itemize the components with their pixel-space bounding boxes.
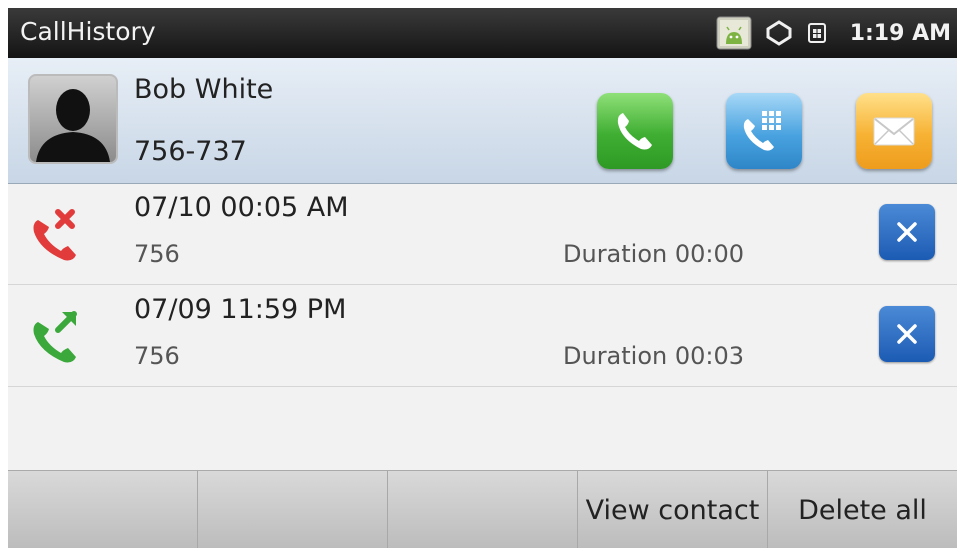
menu-item-empty-1[interactable]	[8, 471, 198, 548]
phone-icon	[617, 113, 652, 150]
envelope-icon	[873, 117, 915, 146]
call-log-row[interactable]: 07/10 00:05 AM 756 Duration 00:00	[8, 184, 957, 285]
menu-item-empty-2[interactable]	[198, 471, 388, 548]
dial-button[interactable]	[726, 93, 802, 169]
outgoing-call-icon	[33, 311, 77, 363]
call-number: 756	[134, 240, 180, 268]
contact-name: Bob White	[134, 74, 274, 105]
menu-item-empty-3[interactable]	[388, 471, 578, 548]
close-icon	[897, 222, 917, 242]
status-icons: 1:19 AM	[716, 8, 957, 58]
call-number: 756	[134, 342, 180, 370]
app-title: CallHistory	[20, 17, 156, 46]
delete-call-button[interactable]	[879, 306, 935, 362]
message-button[interactable]	[856, 93, 932, 169]
sync-icon	[766, 20, 792, 46]
call-duration: Duration 00:03	[563, 342, 745, 370]
contact-header: Bob White 756-737	[8, 58, 957, 184]
call-datetime: 07/10 00:05 AM	[134, 192, 349, 223]
view-contact-button[interactable]: View contact	[578, 471, 768, 548]
dialpad-icon	[743, 111, 781, 151]
person-silhouette-icon	[36, 89, 110, 162]
status-bar: CallHistory 1:19 AM	[8, 8, 957, 58]
call-duration: Duration 00:00	[563, 240, 745, 268]
call-log-row[interactable]: 07/09 11:59 PM 756 Duration 00:03	[8, 286, 957, 387]
avatar[interactable]	[28, 74, 118, 164]
delete-call-button[interactable]	[879, 204, 935, 260]
missed-call-icon	[33, 209, 76, 261]
call-button[interactable]	[597, 93, 673, 169]
android-notification-icon	[716, 16, 752, 50]
call-history-screen: CallHistory 1:19 AM Bob White 756-737 07…	[8, 8, 957, 548]
call-datetime: 07/09 11:59 PM	[134, 294, 347, 325]
options-menu: View contact Delete all	[8, 470, 957, 548]
contact-number: 756-737	[134, 136, 247, 167]
delete-all-button[interactable]: Delete all	[768, 471, 957, 548]
clock: 1:19 AM	[849, 20, 951, 46]
sim-icon	[807, 23, 826, 43]
close-icon	[897, 324, 917, 344]
